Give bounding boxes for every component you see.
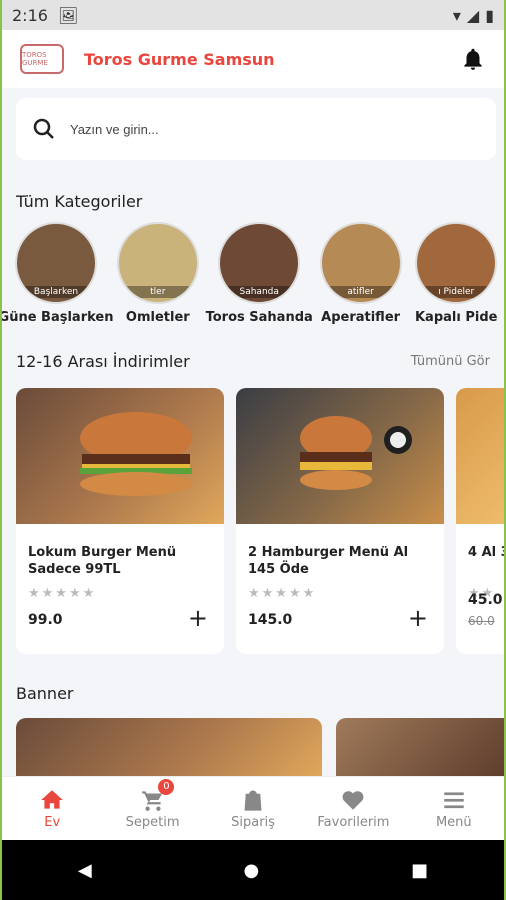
cart-badge: 0 [158,779,175,795]
burger-image [300,416,412,490]
rating-stars: ★★★★★ [28,586,97,601]
product-price: 145.0 [248,612,293,628]
home-icon [41,790,64,809]
category-label: Güne Başlarken [0,310,114,325]
category-overlay: atifler [321,286,400,298]
logo-text: TOROS GURME [22,51,48,67]
category-item[interactable]: tler Omletler [110,222,206,325]
brand-name: Toros Gurme Samsun [84,49,275,69]
home-circle-icon[interactable]: ● [244,860,260,881]
nav-orders[interactable]: Sipariş [203,777,303,840]
product-old-price: 60.0 [468,614,495,628]
banner-title: Banner [16,684,74,703]
nav-menu-label: Menü [435,815,472,830]
heart-icon [343,791,364,810]
discounts-title: 12-16 Arası İndirimler [16,352,190,371]
wifi-icon: ▾ [452,5,461,25]
nav-cart[interactable]: 0 Sepetim [102,777,202,840]
photo-icon: 🖼 [57,5,79,25]
category-image: Sahanda [218,222,301,304]
battery-icon: ▮ [485,5,494,25]
category-image: ı Pideler [415,222,498,304]
category-label: Aperatifler [321,310,401,325]
bell-icon[interactable] [460,46,486,72]
burger-image [80,412,192,496]
product-image [456,388,504,524]
category-label: Toros Sahanda [205,310,313,325]
app-frame: 2:16 🖼 ▾ ◢ ▮ TOROS GURME Toros Gurme Sam… [0,0,506,900]
product-card[interactable]: 4 Al 3 ★★ 45.0 60.0 [456,388,506,654]
add-to-cart-icon[interactable]: + [188,604,208,632]
rating-stars: ★★★★★ [248,586,317,601]
categories-list: Başlarken Güne Başlarken tler Omletler S… [2,222,504,325]
product-price: 99.0 [28,612,63,628]
category-overlay: tler [118,286,197,298]
product-image [236,388,444,524]
nav-home[interactable]: Ev [2,777,102,840]
category-item[interactable]: Başlarken Güne Başlarken [0,222,114,325]
banner-row [16,718,504,778]
category-item[interactable]: atifler Aperatifler [313,222,409,325]
search-input[interactable] [70,121,450,137]
banner-image[interactable] [16,718,322,778]
bottom-nav: Ev 0 Sepetim Sipariş Favorilerim Menü [2,776,504,840]
category-item[interactable]: Sahanda Toros Sahanda [206,222,313,325]
product-title: Lokum Burger Menü Sadece 99TL [28,545,177,577]
status-bar: 2:16 🖼 ▾ ◢ ▮ [2,0,504,30]
nav-cart-label: Sepetim [125,815,180,830]
products-row: Lokum Burger Menü Sadece 99TL ★★★★★ 99.0… [16,388,506,654]
back-icon[interactable]: ◀ [78,860,92,881]
category-overlay: Başlarken [17,286,95,298]
nav-favorites-label: Favorilerim [317,815,390,830]
status-time: 2:16 [12,5,48,25]
nav-menu[interactable]: Menü [404,777,504,840]
category-label: Omletler [125,310,190,325]
nav-home-label: Ev [44,815,61,830]
category-item[interactable]: ı Pideler Kapalı Pide [408,222,504,325]
app-header: TOROS GURME Toros Gurme Samsun [2,30,504,88]
nav-favorites[interactable]: Favorilerim [303,777,403,840]
recents-icon[interactable]: ■ [411,860,428,881]
status-icons: ▾ ◢ ▮ [453,6,494,25]
category-image: Başlarken [15,222,97,304]
signal-icon: ◢ [466,5,480,25]
brand-logo[interactable]: TOROS GURME [20,44,64,74]
product-card[interactable]: 2 Hamburger Menü Al 145 Öde ★★★★★ 145.0 … [236,388,444,654]
category-image: atifler [319,222,402,304]
product-card[interactable]: Lokum Burger Menü Sadece 99TL ★★★★★ 99.0… [16,388,224,654]
add-to-cart-icon[interactable]: + [408,604,428,632]
banner-image[interactable] [336,718,504,778]
search-icon [33,118,54,139]
shopping-bag-icon [244,790,262,811]
hamburger-menu-icon [444,792,464,809]
category-overlay: Sahanda [220,286,299,298]
categories-title: Tüm Kategoriler [16,192,143,211]
product-price: 45.0 [468,592,503,608]
product-title: 2 Hamburger Menü Al 145 Öde [248,545,409,577]
nav-orders-label: Sipariş [231,815,275,830]
product-title: 4 Al 3 [468,545,506,560]
category-image: tler [116,222,199,304]
system-nav-bar: ◀ ● ■ [2,840,504,900]
product-image [16,388,224,524]
category-overlay: ı Pideler [417,286,496,298]
search-bar[interactable] [16,98,496,160]
category-label: Kapalı Pide [414,310,498,325]
see-all-link[interactable]: Tümünü Gör [411,354,490,369]
